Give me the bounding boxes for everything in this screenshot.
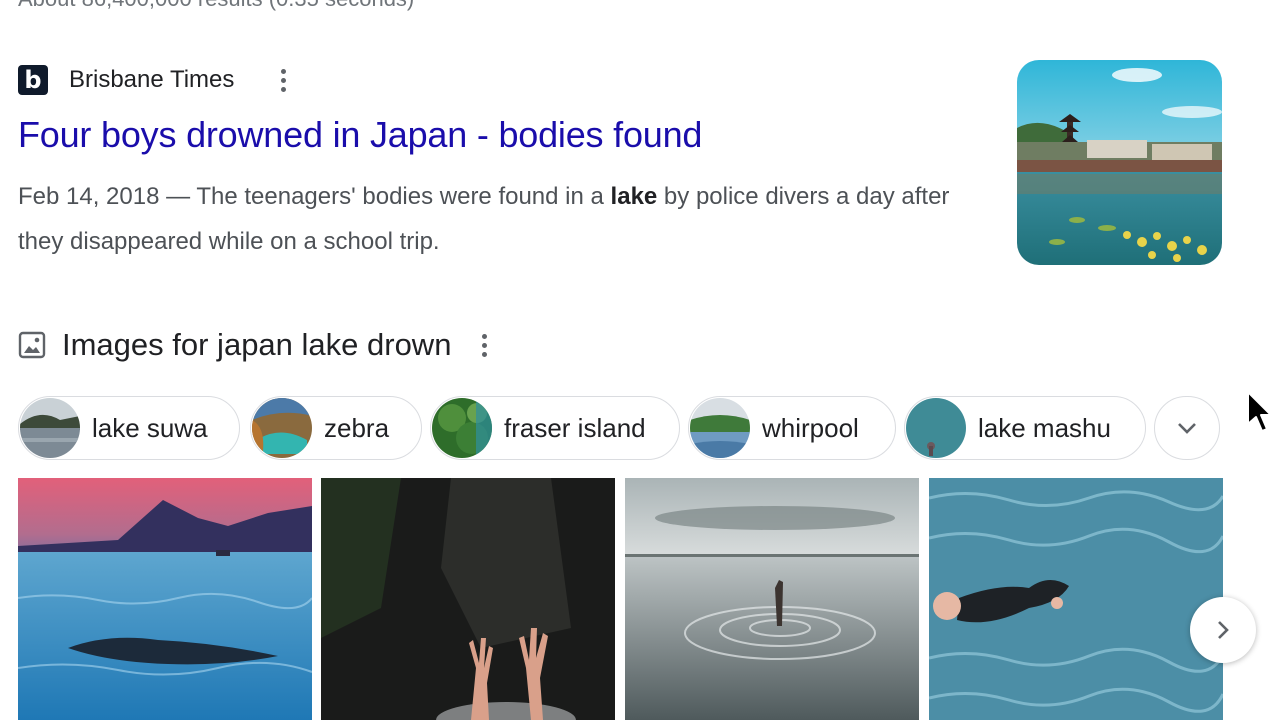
mouse-pointer-icon: [1247, 391, 1272, 432]
images-section-title: Images for japan lake drown: [62, 327, 452, 362]
image-result-floating-person[interactable]: [929, 478, 1223, 720]
images-more-options-icon[interactable]: [477, 328, 491, 362]
chip-label: zebra: [324, 412, 390, 443]
chevron-right-icon: [1218, 621, 1229, 639]
chip-label: fraser island: [504, 412, 646, 443]
chip-zebra[interactable]: zebra: [250, 396, 422, 460]
chip-lake-mashu[interactable]: lake mashu: [904, 396, 1146, 460]
chevron-down-icon: [1178, 423, 1196, 434]
chip-thumbnail: [432, 398, 492, 458]
chip-label: lake suwa: [92, 412, 208, 443]
brisbane-times-favicon-icon: b: [18, 65, 48, 95]
next-images-button[interactable]: [1190, 597, 1256, 663]
image-result-sunset-lake[interactable]: [18, 478, 312, 720]
chip-thumbnail: [252, 398, 312, 458]
image-result-hands-dark[interactable]: [321, 478, 615, 720]
chip-thumbnail: [20, 398, 80, 458]
expand-chips-button[interactable]: [1154, 396, 1220, 460]
result-thumbnail-image[interactable]: [1017, 60, 1222, 265]
images-section-header: Images for japan lake drown: [18, 325, 491, 365]
more-options-icon[interactable]: [276, 63, 290, 97]
image-result-arm-in-water[interactable]: [625, 478, 919, 720]
chip-thumbnail: [906, 398, 966, 458]
chip-thumbnail: [690, 398, 750, 458]
chip-lake-suwa[interactable]: lake suwa: [18, 396, 240, 460]
chip-label: whirpool: [762, 412, 859, 443]
result-source[interactable]: b Brisbane Times: [18, 63, 290, 97]
chip-whirpool[interactable]: whirpool: [688, 396, 896, 460]
result-stats: About 86,400,000 results (0.35 seconds): [18, 0, 414, 12]
result-snippet: Feb 14, 2018 — The teenagers' bodies wer…: [18, 174, 978, 264]
snippet-text-start: Feb 14, 2018 — The teenagers' bodies wer…: [18, 183, 611, 210]
source-name[interactable]: Brisbane Times: [69, 66, 234, 94]
chip-label: lake mashu: [978, 412, 1111, 443]
chip-fraser-island[interactable]: fraser island: [430, 396, 680, 460]
image-icon: [18, 331, 46, 359]
snippet-highlight: lake: [610, 183, 658, 210]
result-title-link[interactable]: Four boys drowned in Japan - bodies foun…: [18, 114, 702, 156]
